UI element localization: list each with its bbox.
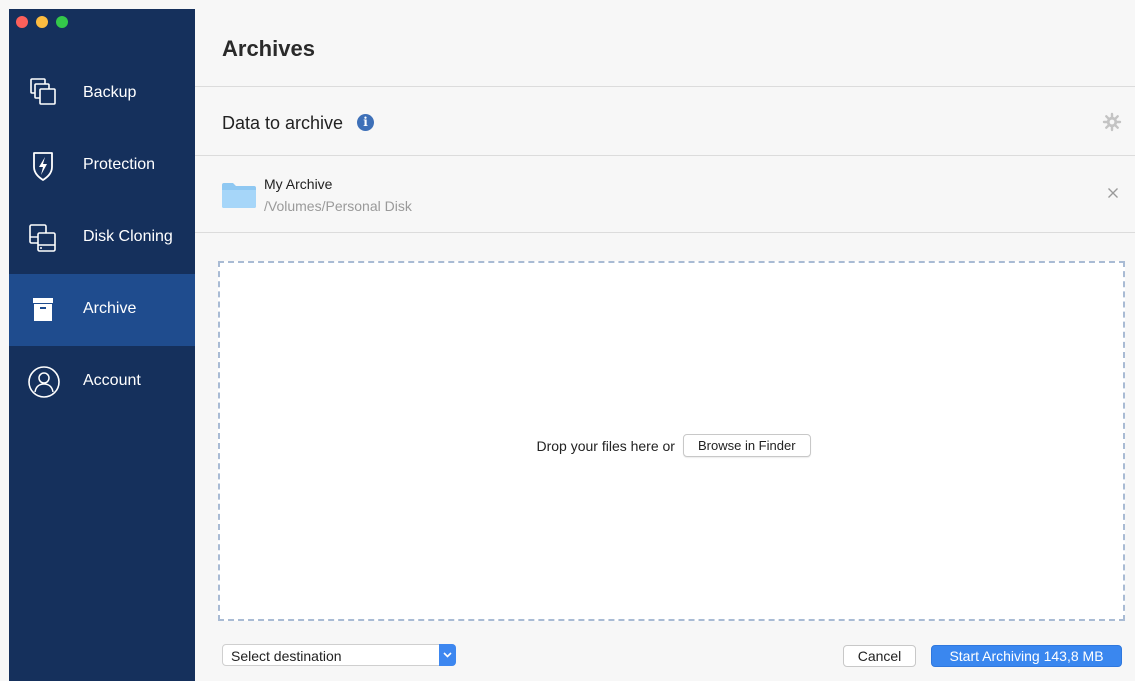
close-icon[interactable] <box>1107 187 1119 199</box>
minimize-window-button[interactable] <box>36 16 48 28</box>
close-window-button[interactable] <box>16 16 28 28</box>
protection-shield-icon <box>33 152 53 181</box>
drop-zone-message: Drop your files here or Browse in Finder <box>220 434 1127 457</box>
divider <box>195 86 1135 87</box>
sidebar-item-label: Backup <box>83 84 137 101</box>
sidebar-item-protection[interactable]: Protection <box>9 130 195 202</box>
sidebar-item-account[interactable]: Account <box>9 346 195 418</box>
destination-select-label: Select destination <box>231 648 342 664</box>
page-title: Archives <box>222 36 315 61</box>
gear-icon[interactable] <box>1102 112 1122 132</box>
sidebar-item-label: Disk Cloning <box>83 228 173 245</box>
divider <box>195 232 1135 233</box>
sidebar-item-label: Protection <box>83 156 156 173</box>
archive-item[interactable]: My Archive /Volumes/Personal Disk <box>195 156 1135 232</box>
archive-path: /Volumes/Personal Disk <box>264 198 412 214</box>
drop-zone-text: Drop your files here or <box>536 437 675 454</box>
archive-name: My Archive <box>264 176 333 192</box>
file-drop-zone[interactable]: Drop your files here or Browse in Finder <box>218 261 1125 621</box>
sidebar-item-archive[interactable]: Archive <box>9 274 195 346</box>
sidebar-item-label: Archive <box>83 300 137 317</box>
main-content: Archives Data to archive i My Archive /V… <box>195 0 1135 681</box>
sidebar-item-backup[interactable]: Backup <box>9 58 195 130</box>
folder-icon <box>222 183 256 208</box>
data-to-archive-heading: Data to archive <box>222 113 344 133</box>
disk-cloning-icon <box>29 224 56 252</box>
start-archiving-button[interactable]: Start Archiving 143,8 MB <box>931 645 1122 667</box>
sidebar: Backup Protection Disk Cloning Archive A… <box>9 9 195 681</box>
cancel-button[interactable]: Cancel <box>843 645 916 667</box>
browse-in-finder-button[interactable]: Browse in Finder <box>682 434 811 457</box>
info-icon[interactable]: i <box>357 114 374 131</box>
backup-icon <box>30 78 56 105</box>
chevron-down-icon <box>439 644 456 666</box>
app-window: Backup Protection Disk Cloning Archive A… <box>0 0 1135 681</box>
sidebar-item-disk-cloning[interactable]: Disk Cloning <box>9 202 195 274</box>
account-user-icon <box>28 366 60 398</box>
destination-select[interactable]: Select destination <box>222 644 456 666</box>
archive-box-icon <box>33 298 53 321</box>
sidebar-item-label: Account <box>83 372 141 389</box>
zoom-window-button[interactable] <box>56 16 68 28</box>
